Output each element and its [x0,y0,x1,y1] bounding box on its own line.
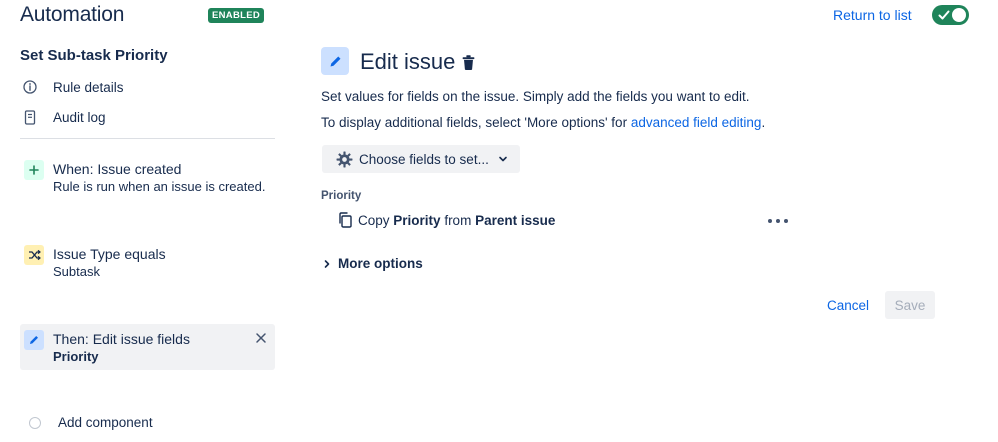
chevron-right-icon [324,259,330,268]
component-title: Then: Edit issue fields [53,331,190,347]
component-subtitle: Rule is run when an issue is created. [53,179,266,194]
add-component-label: Add component [58,415,153,430]
toggle-knob [952,8,966,22]
panel-title: Edit issue [360,49,456,74]
more-options-label: More options [338,256,423,271]
add-circle-icon [29,416,41,429]
copy-middle: from [444,212,472,228]
component-subtitle: Priority [53,349,99,364]
chevron-down-icon [499,156,507,162]
trash-icon[interactable] [460,54,477,71]
copy-icon [339,212,352,228]
description-suffix: . [761,115,766,130]
more-actions-button[interactable] [768,212,788,230]
save-button[interactable]: Save [885,291,935,319]
field-label-priority: Priority [321,190,362,202]
shuffle-icon [24,245,44,265]
sidebar-item-label: Rule details [53,79,124,95]
dot [768,219,772,223]
rule-enabled-toggle[interactable] [932,5,969,25]
dot [784,219,788,223]
automation-page: Automation ENABLED Return to list Set Su… [0,0,998,442]
plus-icon [24,160,44,180]
copy-prefix: Copy [358,212,390,228]
info-icon [22,79,38,95]
document-icon [22,109,38,125]
component-trigger[interactable]: When: Issue created Rule is run when an … [20,154,275,202]
description-prefix: To display additional fields, select 'Mo… [321,115,631,130]
cancel-button[interactable]: Cancel [818,291,878,319]
check-icon [938,10,950,20]
sidebar-divider [20,138,275,139]
add-component-button[interactable]: Add component [22,415,153,430]
copy-source: Parent issue [475,212,556,228]
dot [776,219,780,223]
sidebar-item-label: Audit log [53,109,106,125]
choose-fields-dropdown[interactable]: Choose fields to set... [322,145,520,173]
rule-name: Set Sub-task Priority [20,47,168,64]
advanced-field-editing-link[interactable]: advanced field editing [631,115,762,130]
pencil-icon [321,47,349,75]
page-title: Automation [20,3,125,26]
return-to-list-link[interactable]: Return to list [833,7,912,23]
description-advanced: To display additional fields, select 'Mo… [321,115,765,130]
gear-icon [336,151,353,167]
sidebar-item-rule-details[interactable]: Rule details [22,76,124,98]
close-icon[interactable] [255,332,267,344]
component-title: Issue Type equals [53,246,166,262]
copy-field-row: Copy Priority from Parent issue [337,212,555,228]
component-action[interactable]: Then: Edit issue fields Priority [20,324,275,370]
description-text: Set values for fields on the issue. Simp… [321,89,750,104]
status-badge: ENABLED [208,8,265,23]
component-condition[interactable]: Issue Type equals Subtask [20,239,275,287]
more-options-toggle[interactable]: More options [322,256,423,271]
pencil-icon [24,330,44,350]
component-title: When: Issue created [53,161,182,177]
copy-field: Priority [393,212,441,228]
component-subtitle: Subtask [53,264,100,279]
choose-fields-label: Choose fields to set... [359,151,489,167]
sidebar-item-audit-log[interactable]: Audit log [22,106,106,128]
